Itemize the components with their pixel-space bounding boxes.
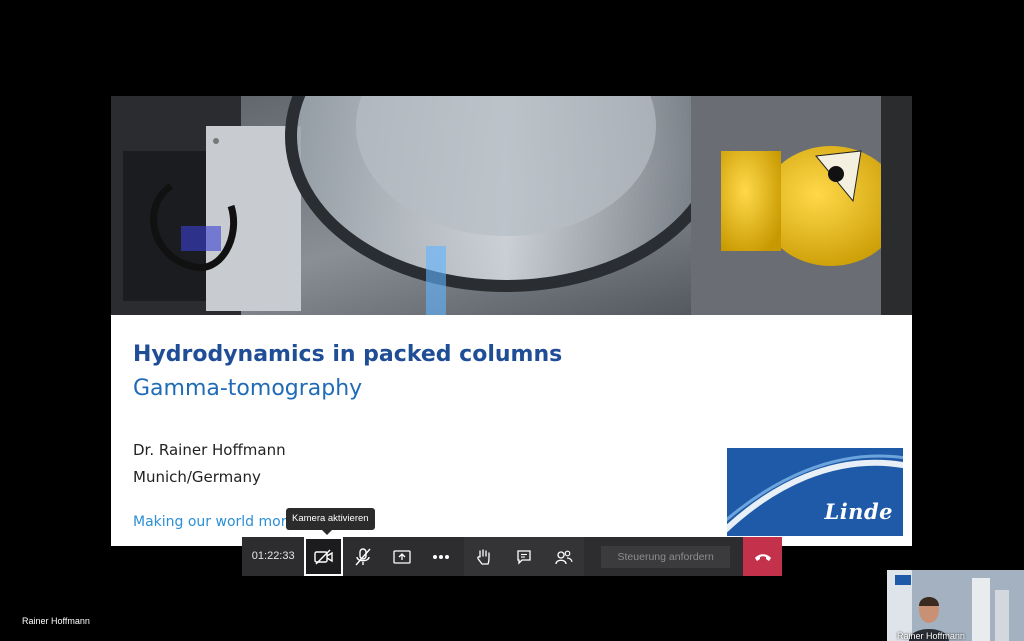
shared-slide: Hydrodynamics in packed columns Gamma-to… (111, 96, 912, 546)
request-control-button[interactable]: Steuerung anfordern (601, 546, 731, 568)
chat-button[interactable] (504, 537, 544, 576)
mic-off-icon (355, 547, 371, 565)
more-icon (432, 554, 449, 559)
hang-up-icon (754, 553, 771, 561)
camera-tooltip: Kamera aktivieren (286, 508, 375, 535)
camera-toggle-button[interactable] (304, 537, 344, 576)
slide-author: Dr. Rainer Hoffmann (133, 441, 286, 459)
slide-photo (111, 96, 912, 315)
presenter-name: Rainer Hoffmann (22, 616, 90, 626)
linde-wordmark: Linde (824, 499, 893, 524)
self-view-name: Rainer Hoffmann (897, 631, 965, 641)
chat-icon (517, 549, 532, 565)
share-screen-button[interactable] (382, 537, 421, 576)
slide-tagline: Making our world more p (133, 514, 309, 530)
meeting-duration: 01:22:33 (251, 550, 295, 562)
participants-icon (555, 550, 574, 564)
self-view-video[interactable]: Rainer Hoffmann (887, 570, 1024, 641)
linde-logo: Linde (727, 448, 903, 536)
share-screen-icon (393, 549, 411, 564)
slide-subtitle: Gamma-tomography (133, 376, 363, 401)
raise-hand-icon (477, 548, 491, 565)
camera-off-icon (314, 549, 333, 564)
more-options-button[interactable] (421, 537, 460, 576)
slide-location: Munich/Germany (133, 468, 261, 486)
mic-toggle-button[interactable] (343, 537, 382, 576)
toolbar-secondary-group (464, 537, 585, 576)
hang-up-button[interactable] (743, 537, 782, 576)
participants-button[interactable] (544, 537, 584, 576)
meeting-toolbar: 01:22:33 Steuerung anfordern (242, 537, 782, 576)
toolbar-separator (584, 537, 589, 576)
slide-title: Hydrodynamics in packed columns (133, 342, 563, 367)
raise-hand-button[interactable] (464, 537, 504, 576)
